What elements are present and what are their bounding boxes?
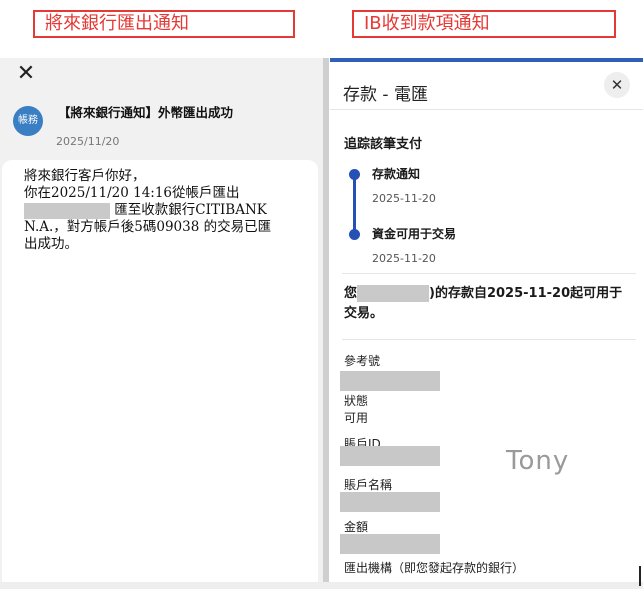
text-cursor [639,566,641,586]
account-name-label: 賬戶名稱 [344,478,393,492]
panel-title: 存款 - 電匯 [343,85,428,105]
status-label: 狀態 [344,394,369,408]
divider [330,109,643,110]
status-value: 可用 [344,411,369,425]
step-date: 2025-11-20 [372,252,436,265]
divider [342,273,636,274]
timeline-line [353,174,356,234]
message-line: 將來銀行客戶你好， [24,168,146,184]
deposit-summary: 您)的存款自2025-11-20起可用于交易。 [344,284,634,324]
watermark-text: Tony [506,446,570,476]
redacted-name [357,285,430,302]
notification-date: 2025/11/20 [56,135,120,148]
right-caption-label: IB收到款項通知 [352,10,616,38]
notification-title: 【將來銀行通知】外幣匯出成功 [58,105,234,120]
bottom-strip [0,582,643,589]
message-line: 匯至收款銀行CITIBANK [24,202,314,219]
institution-label: 匯出機構（即您發起存款的銀行） [344,561,525,575]
message-line: N.A.，對方帳戶後5碼09038 的交易已匯 [24,219,272,235]
divider [342,339,636,340]
close-icon: ✕ [610,76,624,94]
timeline-dot [349,229,360,240]
step-title: 資金可用于交易 [372,227,457,241]
redacted-account-name [340,492,440,512]
message-body: 將來銀行客戶你好， 你在2025/11/20 14:16從帳戶匯出 匯至收款銀行… [24,168,314,253]
summary-prefix: 您 [344,286,358,301]
avatar: 帳務 [13,106,43,136]
close-button[interactable]: ✕ [604,72,630,98]
tracking-heading: 追踪該筆支付 [344,137,423,152]
redacted-account-id [340,446,440,466]
reference-label: 參考號 [344,354,381,368]
message-line-text: 匯至收款銀行CITIBANK [114,202,267,218]
left-caption-label: 將來銀行匯出通知 [33,10,295,38]
step-date: 2025-11-20 [372,192,436,205]
amount-label: 金額 [344,520,369,534]
step-title: 存款通知 [372,167,421,181]
redacted-amount [340,534,440,554]
message-line: 你在2025/11/20 14:16從帳戶匯出 [24,185,240,201]
message-card: 將來銀行客戶你好， 你在2025/11/20 14:16從帳戶匯出 匯至收款銀行… [2,160,318,589]
deposit-detail-panel: 存款 - 電匯 ✕ 追踪該筆支付 存款通知 2025-11-20 資金可用于交易… [330,58,643,582]
redacted-reference [340,371,440,391]
redacted-account [24,202,110,219]
close-icon[interactable]: ✕ [14,62,38,86]
message-line: 出成功。 [24,236,78,252]
bank-notification-panel: ✕ 帳務 【將來銀行通知】外幣匯出成功 2025/11/20 將來銀行客戶你好，… [0,58,325,589]
panel-divider [323,58,329,589]
